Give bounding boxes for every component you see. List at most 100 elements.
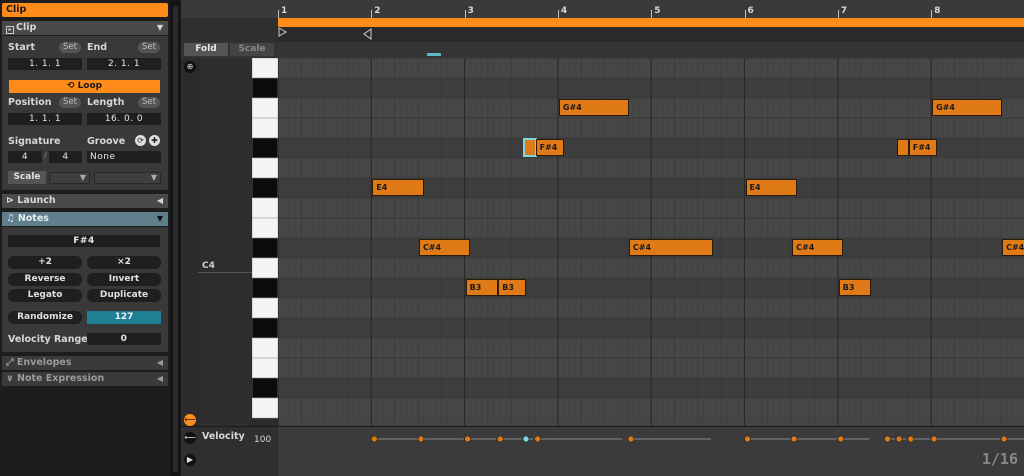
invert-button[interactable]: Invert <box>87 273 161 286</box>
white-key[interactable] <box>252 397 278 419</box>
black-key[interactable] <box>252 137 278 159</box>
midi-note[interactable] <box>897 139 909 156</box>
start-set-button[interactable]: Set <box>59 42 81 53</box>
midi-note[interactable]: E4 <box>745 179 797 196</box>
double-tempo-button[interactable]: +2 <box>8 256 82 269</box>
black-key[interactable] <box>252 377 278 399</box>
velocity-grid[interactable]: 1/16 <box>278 427 1024 476</box>
midi-note[interactable]: F#4 <box>908 139 937 156</box>
collapse-triangle-icon[interactable]: ◀ <box>157 372 163 386</box>
white-key[interactable] <box>252 117 278 139</box>
randomize-amount-field[interactable]: 127 <box>87 311 161 324</box>
loop-button[interactable]: ⟲ Loop <box>9 80 160 93</box>
midi-note[interactable]: B3 <box>838 279 872 296</box>
velocity-marker[interactable] <box>371 435 378 443</box>
signature-denominator[interactable]: 4 <box>49 151 82 163</box>
velocity-marker[interactable] <box>417 435 425 443</box>
scale-highlight-button[interactable]: Scale <box>230 43 274 56</box>
white-key[interactable] <box>252 217 278 239</box>
black-key[interactable] <box>252 237 278 259</box>
position-field[interactable]: 1. 1. 1 <box>8 113 82 125</box>
velocity-marker[interactable] <box>627 435 635 443</box>
scale-name-select[interactable]: ▼ <box>94 172 161 184</box>
collapse-triangle-icon[interactable]: ◀ <box>157 194 163 208</box>
velocity-marker[interactable] <box>496 435 504 443</box>
duplicate-button[interactable]: Duplicate <box>87 289 161 302</box>
velocity-range-field[interactable]: 0 <box>87 333 161 345</box>
velocity-marker[interactable] <box>837 435 845 443</box>
clip-header[interactable]: Clip <box>2 3 168 17</box>
black-key[interactable] <box>252 317 278 339</box>
midi-note[interactable]: C#4 <box>792 239 844 256</box>
scale-button[interactable]: Scale <box>8 171 46 184</box>
piano-keyboard[interactable] <box>252 58 278 426</box>
grid-resolution-label[interactable]: 1/16 <box>982 450 1018 468</box>
white-key[interactable] <box>252 157 278 179</box>
randomize-button[interactable]: Randomize <box>8 311 82 324</box>
midi-note[interactable]: C#4 <box>1002 239 1024 256</box>
beat-time-ruler[interactable]: 1 2 3 4 5 6 7 8 <box>181 0 1024 18</box>
white-key[interactable] <box>252 257 278 279</box>
white-key[interactable] <box>252 297 278 319</box>
white-key[interactable] <box>252 197 278 219</box>
note-expression-header[interactable]: ∨ Note Expression ◀ <box>2 372 168 386</box>
scale-root-select[interactable]: ▼ <box>49 172 90 184</box>
length-set-button[interactable]: Set <box>138 97 160 108</box>
envelopes-header[interactable]: ⤢ Envelopes ◀ <box>2 356 168 370</box>
end-field[interactable]: 2. 1. 1 <box>87 58 161 70</box>
velocity-marker[interactable] <box>790 435 798 443</box>
fold-button[interactable]: Fold <box>184 43 228 56</box>
white-key[interactable] <box>252 357 278 379</box>
velocity-marker[interactable] <box>1000 435 1008 443</box>
end-marker-icon[interactable] <box>363 28 372 40</box>
clip-toggle-icon[interactable]: ▸ <box>6 26 14 34</box>
midi-note[interactable]: C#4 <box>418 239 471 256</box>
midi-note[interactable]: G#4 <box>932 99 1003 116</box>
lane-left-icon[interactable]: ⟵ <box>184 432 196 444</box>
marker-lane[interactable] <box>278 27 1024 42</box>
groove-hot-swap-icon[interactable]: ⟳ <box>135 135 146 146</box>
collapse-triangle-icon[interactable]: ▼ <box>157 21 163 35</box>
scroll-zoom-lane[interactable] <box>278 42 1024 58</box>
white-key[interactable] <box>252 58 278 79</box>
start-field[interactable]: 1. 1. 1 <box>8 58 82 70</box>
notes-header[interactable]: ♫ Notes ▼ <box>2 212 168 226</box>
splitter-handle[interactable] <box>173 6 178 472</box>
black-key[interactable] <box>252 177 278 199</box>
velocity-marker[interactable] <box>744 435 751 443</box>
velocity-marker[interactable] <box>464 435 471 443</box>
white-key[interactable] <box>252 97 278 119</box>
midi-note[interactable]: G#4 <box>558 99 629 116</box>
clip-section-header[interactable]: ▸ Clip ▼ <box>2 21 168 35</box>
note-grid[interactable]: G#4 G#4 F#4 F#4 E4 E4 C#4 C#4 C#4 C#4 B3 B3 B3 <box>278 58 1024 426</box>
legato-button[interactable]: Legato <box>8 289 82 302</box>
position-set-button[interactable]: Set <box>59 97 81 108</box>
end-set-button[interactable]: Set <box>138 42 160 53</box>
midi-note[interactable]: F#4 <box>535 139 564 156</box>
midi-note[interactable]: C#4 <box>628 239 713 256</box>
lane-expand-icon[interactable]: ▶ <box>184 454 196 466</box>
midi-note[interactable]: E4 <box>372 179 424 196</box>
velocity-marker[interactable] <box>895 435 903 443</box>
velocity-marker[interactable] <box>907 435 915 443</box>
signature-numerator[interactable]: 4 <box>8 151 42 163</box>
collapse-triangle-icon[interactable]: ◀ <box>157 356 163 370</box>
fold-toggle-icon[interactable]: ⟵ <box>184 414 196 426</box>
black-key[interactable] <box>252 77 278 99</box>
reverse-button[interactable]: Reverse <box>8 273 82 286</box>
half-tempo-button[interactable]: ×2 <box>87 256 161 269</box>
velocity-marker[interactable] <box>534 435 541 443</box>
velocity-marker[interactable] <box>884 435 891 443</box>
note-pitch-field[interactable]: F#4 <box>8 235 160 247</box>
collapse-triangle-icon[interactable]: ▼ <box>157 212 163 226</box>
black-key[interactable] <box>252 277 278 299</box>
velocity-marker[interactable] <box>930 435 938 443</box>
midi-note[interactable] <box>522 138 537 157</box>
midi-note[interactable]: B3 <box>498 279 527 296</box>
loop-brace[interactable] <box>278 18 1024 27</box>
groove-commit-icon[interactable]: ✚ <box>149 135 160 146</box>
white-key[interactable] <box>252 337 278 359</box>
launch-header[interactable]: ⊳ Launch ◀ <box>2 194 168 208</box>
midi-note[interactable]: B3 <box>465 279 499 296</box>
length-field[interactable]: 16. 0. 0 <box>87 113 161 125</box>
